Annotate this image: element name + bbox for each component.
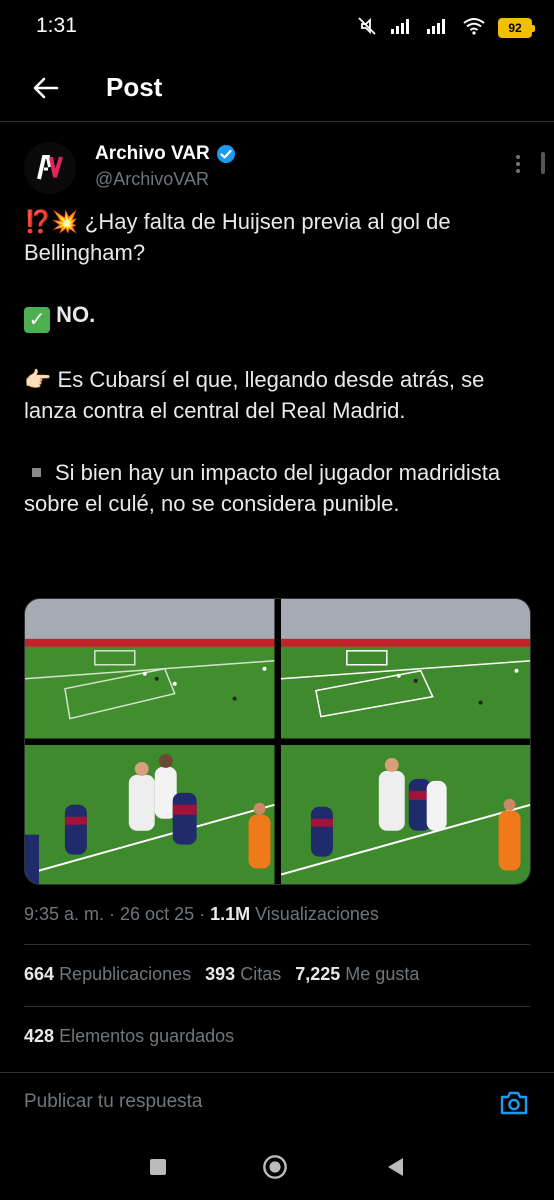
media-image-2[interactable] xyxy=(280,599,530,739)
back-nav-icon xyxy=(388,1158,403,1176)
divider xyxy=(24,1006,530,1007)
media-image-1[interactable] xyxy=(25,599,275,739)
reposts-stat[interactable]: 664 Republicaciones xyxy=(24,964,191,985)
mute-icon xyxy=(356,15,378,42)
page-title: Post xyxy=(106,72,163,102)
top-app-bar: Post xyxy=(0,56,554,122)
tweet-paragraph-1: ⁉️💥 ¿Hay falta de Huijsen previa al gol … xyxy=(24,206,530,268)
tweet-paragraph-2: ✓ NO. xyxy=(24,299,530,333)
battery-level: 92 xyxy=(508,21,522,35)
reply-bar: Publicar tu respuesta xyxy=(0,1072,554,1132)
tweet-line-3: Es Cubarsí el que, llegando desde atrás,… xyxy=(24,367,485,423)
home-button[interactable] xyxy=(262,1154,288,1180)
media-grid xyxy=(24,598,531,885)
saved-count: 428 xyxy=(24,1026,55,1046)
author-name[interactable]: Archivo VAR xyxy=(95,143,236,165)
signal-icon xyxy=(390,17,414,40)
status-bar: 1:31 92 xyxy=(0,0,554,56)
divider xyxy=(24,944,530,945)
saved-label: Elementos guardados xyxy=(59,1026,235,1046)
status-time: 1:31 xyxy=(36,14,77,37)
reposts-count: 664 xyxy=(24,964,55,984)
camera-icon xyxy=(500,1091,528,1115)
check-emoji: ✓ xyxy=(24,307,50,333)
views-label: Visualizaciones xyxy=(250,904,379,924)
more-icon[interactable] xyxy=(506,150,530,178)
reply-input[interactable]: Publicar tu respuesta xyxy=(24,1091,203,1113)
back-nav-button[interactable] xyxy=(382,1154,408,1180)
pointing-emoji: 👉🏻 xyxy=(24,367,52,392)
camera-button[interactable] xyxy=(498,1087,530,1119)
signal-icon-2 xyxy=(426,17,450,40)
tweet-meta: 9:35 a. m. · 26 oct 25 · 1.1M Visualizac… xyxy=(24,904,379,925)
bookmarks-stat[interactable]: 428 Elementos guardados xyxy=(24,1026,234,1047)
author-handle[interactable]: @ArchivoVAR xyxy=(95,169,209,190)
reposts-label: Republicaciones xyxy=(59,964,192,984)
likes-stat[interactable]: 7,225 Me gusta xyxy=(295,964,419,985)
media-image-3[interactable] xyxy=(25,744,275,884)
back-arrow-icon xyxy=(33,77,59,99)
square-bullet-icon xyxy=(32,468,41,477)
likes-label: Me gusta xyxy=(345,964,420,984)
avatar-logo-icon xyxy=(37,155,63,180)
home-icon xyxy=(263,1155,287,1179)
tweet-line-1: ¿Hay falta de Huijsen previa al gol de B… xyxy=(24,209,451,265)
battery-icon: 92 xyxy=(498,18,535,38)
quotes-stat[interactable]: 393 Citas xyxy=(205,964,281,985)
likes-count: 7,225 xyxy=(295,964,341,984)
author-name-text[interactable]: Archivo VAR xyxy=(95,143,210,165)
verified-badge-icon xyxy=(216,145,235,163)
recents-button[interactable] xyxy=(145,1154,171,1180)
scrollbar[interactable] xyxy=(541,152,545,174)
tweet-paragraph-3: 👉🏻 Es Cubarsí el que, llegando desde atr… xyxy=(24,364,530,426)
interrobang-emoji: ⁉️💥 xyxy=(24,209,79,234)
quotes-count: 393 xyxy=(205,964,236,984)
tweet-line-2: NO. xyxy=(56,302,96,327)
recents-icon xyxy=(150,1159,166,1175)
tweet-paragraph-4: Si bien hay un impacto del jugador madri… xyxy=(24,457,530,519)
tweet-line-4: Si bien hay un impacto del jugador madri… xyxy=(24,460,501,516)
tweet-timestamp[interactable]: 9:35 a. m. · 26 oct 25 · xyxy=(24,904,210,924)
tweet-text: ⁉️💥 ¿Hay falta de Huijsen previa al gol … xyxy=(24,206,530,519)
system-nav-bar xyxy=(0,1132,554,1200)
back-button[interactable] xyxy=(28,70,64,106)
quotes-label: Citas xyxy=(240,964,282,984)
status-icons: 92 xyxy=(356,14,535,42)
avatar[interactable] xyxy=(24,142,76,194)
engagement-stats: 664 Republicaciones 393 Citas 7,225 Me g… xyxy=(24,964,419,985)
wifi-icon xyxy=(462,17,486,40)
media-image-4[interactable] xyxy=(280,744,530,884)
views-count: 1.1M xyxy=(210,904,251,924)
